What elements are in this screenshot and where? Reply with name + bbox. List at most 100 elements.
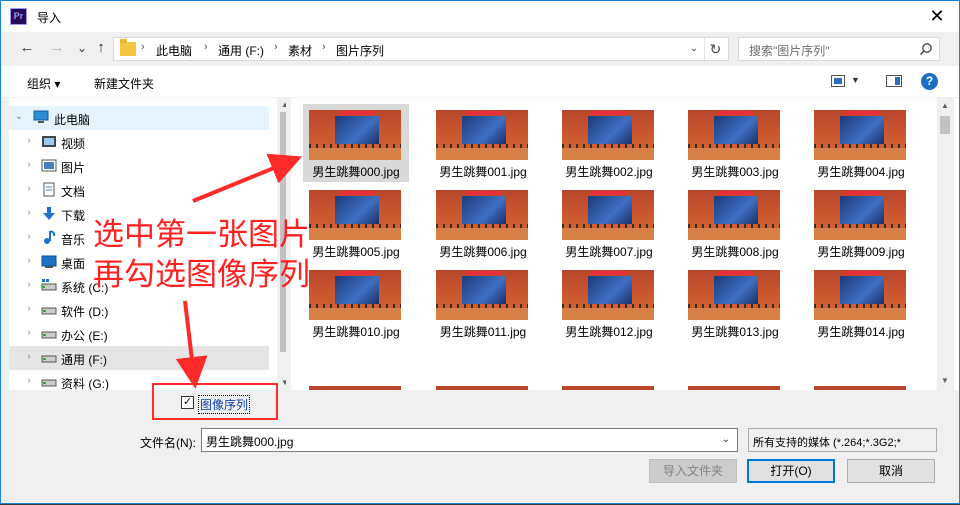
expand-chevron-icon[interactable]: › [23, 231, 35, 242]
file-tile[interactable]: 男生跳舞013.jpg [682, 264, 788, 342]
file-tile[interactable]: 男生跳舞012.jpg [556, 264, 662, 342]
open-button[interactable]: 打开(O) [747, 459, 835, 483]
image-thumbnail [309, 270, 401, 320]
breadcrumb-drive-f[interactable]: 通用 (F:) [218, 42, 264, 59]
expand-chevron-icon[interactable]: › [23, 279, 35, 290]
file-tile[interactable]: 男生跳舞007.jpg [556, 184, 662, 262]
recent-locations-chevron-icon[interactable]: ⌄ [72, 38, 92, 58]
navigation-row: ← → ⌄ ↑ › 此电脑 › 通用 (F:) › 素材 › 图片序列 ⌄ ↻ … [1, 32, 959, 66]
tree-item-drive-e[interactable]: › 办公 (E:) [9, 322, 269, 346]
scroll-down-icon[interactable]: ▼ [939, 376, 951, 385]
tree-item-drive-f[interactable]: › 通用 (F:) [9, 346, 269, 370]
refresh-icon[interactable]: ↻ [704, 38, 726, 60]
breadcrumb-material[interactable]: 素材 [288, 42, 312, 59]
filename-value[interactable]: 男生跳舞000.jpg [206, 433, 293, 450]
close-icon[interactable]: ✕ [925, 5, 949, 27]
file-type-dropdown-icon[interactable]: ⌄ [753, 434, 933, 445]
file-tile-partial[interactable] [430, 380, 536, 390]
file-tile[interactable]: 男生跳舞001.jpg [430, 104, 536, 182]
image-thumbnail [688, 190, 780, 240]
image-thumbnail [309, 190, 401, 240]
tree-label: 通用 (F:) [61, 353, 107, 367]
address-bar[interactable]: › 此电脑 › 通用 (F:) › 素材 › 图片序列 ⌄ ↻ [113, 37, 729, 61]
breadcrumb-separator: › [322, 41, 326, 53]
image-thumbnail [814, 110, 906, 160]
import-dialog: Pr 导入 ✕ ← → ⌄ ↑ › 此电脑 › 通用 (F:) › 素材 › 图… [0, 0, 960, 504]
premiere-app-icon: Pr [10, 8, 27, 25]
desktop-icon [41, 255, 57, 268]
tree-item-documents[interactable]: › 文档 [9, 178, 269, 202]
expand-chevron-icon[interactable]: › [23, 375, 35, 386]
expand-chevron-icon[interactable]: › [23, 351, 35, 362]
new-folder-button[interactable]: 新建文件夹 [94, 75, 154, 92]
tree-item-this-pc[interactable]: ⌄ 此电脑 [9, 106, 269, 130]
expand-chevron-icon[interactable]: › [23, 303, 35, 314]
tree-label: 视频 [61, 137, 86, 151]
file-tile[interactable]: 男生跳舞004.jpg [808, 104, 914, 182]
command-toolbar: 组织 ▾ 新建文件夹 ▼ ? [1, 66, 959, 98]
tree-item-videos[interactable]: › 视频 [9, 130, 269, 154]
change-view-icon[interactable] [831, 75, 845, 87]
image-thumbnail [562, 386, 654, 390]
scroll-up-icon[interactable]: ▲ [939, 101, 951, 110]
expand-chevron-icon[interactable]: › [23, 207, 35, 218]
tree-label: 音乐 [61, 233, 86, 247]
file-name: 男生跳舞010.jpg [312, 325, 400, 339]
back-arrow-icon[interactable]: ← [17, 38, 37, 58]
filename-input[interactable]: 男生跳舞000.jpg ⌄ [201, 428, 738, 452]
file-tile[interactable]: 男生跳舞000.jpg [303, 104, 409, 182]
image-sequence-label[interactable]: 图像序列 [198, 395, 251, 414]
file-tile[interactable]: 男生跳舞011.jpg [430, 264, 536, 342]
file-type-select[interactable]: 所有支持的媒体 (*.264;*.3G2;* ⌄ [748, 428, 937, 452]
file-name: 男生跳舞013.jpg [691, 325, 779, 339]
tree-item-pictures[interactable]: › 图片 [9, 154, 269, 178]
file-tile[interactable]: 男生跳舞005.jpg [303, 184, 409, 262]
address-dropdown-icon[interactable]: ⌄ [684, 38, 704, 60]
image-sequence-checkbox[interactable]: ✓ [181, 396, 194, 409]
scroll-up-icon[interactable]: ▲ [279, 100, 286, 109]
file-tile-partial[interactable] [808, 380, 914, 390]
breadcrumb-image-sequence[interactable]: 图片序列 [336, 42, 384, 59]
file-name: 男生跳舞014.jpg [817, 325, 905, 339]
file-tile[interactable]: 男生跳舞014.jpg [808, 264, 914, 342]
annotation-line-1: 选中第一张图片 [93, 217, 310, 253]
expand-chevron-icon[interactable]: › [23, 327, 35, 338]
expand-chevron-icon[interactable]: › [23, 183, 35, 194]
file-name: 男生跳舞002.jpg [565, 165, 653, 179]
search-box[interactable]: 搜索"图片序列" [738, 37, 940, 61]
up-arrow-icon[interactable]: ↑ [91, 38, 111, 58]
help-icon[interactable]: ? [921, 73, 938, 90]
preview-pane-icon[interactable] [886, 75, 902, 87]
tree-label: 桌面 [61, 257, 86, 271]
image-thumbnail [814, 270, 906, 320]
forward-arrow-icon[interactable]: → [47, 38, 67, 58]
organize-button[interactable]: 组织 ▾ [27, 75, 60, 92]
file-tile[interactable]: 男生跳舞006.jpg [430, 184, 536, 262]
expand-chevron-icon[interactable]: ⌄ [13, 111, 25, 122]
download-icon [43, 207, 55, 220]
file-tile-partial[interactable] [303, 380, 409, 390]
tree-item-drive-d[interactable]: › 软件 (D:) [9, 298, 269, 322]
cancel-button[interactable]: 取消 [847, 459, 935, 483]
file-tile-partial[interactable] [556, 380, 662, 390]
image-thumbnail [309, 386, 401, 390]
expand-chevron-icon[interactable]: › [23, 135, 35, 146]
filename-dropdown-icon[interactable]: ⌄ [717, 431, 735, 449]
file-tile[interactable]: 男生跳舞010.jpg [303, 264, 409, 342]
scroll-down-icon[interactable]: ▼ [279, 378, 286, 387]
file-tile[interactable]: 男生跳舞003.jpg [682, 104, 788, 182]
file-tile[interactable]: 男生跳舞002.jpg [556, 104, 662, 182]
search-icon [919, 43, 932, 56]
tree-label: 软件 (D:) [61, 305, 109, 319]
import-folder-button[interactable]: 导入文件夹 [649, 459, 737, 483]
file-list-scrollbar[interactable]: ▲ ▼ [937, 98, 954, 390]
breadcrumb-this-pc[interactable]: 此电脑 [156, 42, 192, 59]
file-tile-partial[interactable] [682, 380, 788, 390]
file-tile[interactable]: 男生跳舞009.jpg [808, 184, 914, 262]
expand-chevron-icon[interactable]: › [23, 255, 35, 266]
view-options-chevron-icon[interactable]: ▼ [851, 75, 860, 85]
image-thumbnail [814, 190, 906, 240]
file-tile[interactable]: 男生跳舞008.jpg [682, 184, 788, 262]
scrollbar-thumb[interactable] [940, 116, 950, 134]
expand-chevron-icon[interactable]: › [23, 159, 35, 170]
